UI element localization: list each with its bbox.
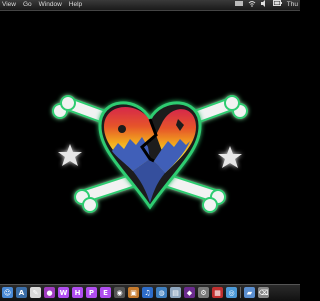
menu-window[interactable]: Window (39, 0, 62, 10)
trash-icon[interactable]: ⌫ (258, 287, 269, 298)
app-status-icon[interactable] (234, 0, 243, 11)
world-icon[interactable]: ◍ (156, 287, 167, 298)
calendar-icon[interactable]: ▦ (212, 287, 223, 298)
dock: ☺ A ✎ ● W H P E ◉ ▣ ♫ ◍ ▤ ◆ ⚙ ▦ ◎ ▰ ⌫ (0, 284, 300, 301)
app-w-icon[interactable]: W (58, 287, 69, 298)
menu-go[interactable]: Go (23, 0, 32, 10)
app-store-icon[interactable]: A (16, 287, 27, 298)
volume-icon[interactable] (260, 0, 268, 11)
menu-bar: View Go Window Help Thu (0, 0, 300, 11)
app-h-icon[interactable]: H (72, 287, 83, 298)
media-icon[interactable]: ◆ (184, 287, 195, 298)
music-icon[interactable]: ♫ (142, 287, 153, 298)
dock-items: ☺ A ✎ ● W H P E ◉ ▣ ♫ ◍ ▤ ◆ ⚙ ▦ ◎ ▰ ⌫ (2, 287, 269, 298)
star-right (218, 146, 242, 168)
preview-icon[interactable]: ▤ (170, 287, 181, 298)
clock[interactable]: Thu (287, 0, 298, 10)
applications-folder-icon[interactable]: ▰ (244, 287, 255, 298)
camera-icon[interactable]: ◉ (114, 287, 125, 298)
network-icon[interactable]: ◎ (226, 287, 237, 298)
textedit-icon[interactable]: ✎ (30, 287, 41, 298)
photos-icon[interactable]: ▣ (128, 287, 139, 298)
utilities-icon[interactable]: ⚙ (198, 287, 209, 298)
wifi-icon[interactable] (248, 0, 256, 11)
star-left (58, 144, 82, 166)
menu-items: View Go Window Help (2, 0, 82, 10)
app-p-icon[interactable]: P (86, 287, 97, 298)
dock-separator (240, 287, 241, 298)
desktop-wallpaper (52, 95, 248, 213)
battery-icon[interactable] (272, 0, 282, 10)
finder-icon[interactable]: ☺ (2, 287, 13, 298)
status-area: Thu (234, 0, 298, 11)
menu-view[interactable]: View (2, 0, 16, 10)
color-picker-icon[interactable]: ● (44, 287, 55, 298)
menu-help[interactable]: Help (69, 0, 82, 10)
app-e-icon[interactable]: E (100, 287, 111, 298)
